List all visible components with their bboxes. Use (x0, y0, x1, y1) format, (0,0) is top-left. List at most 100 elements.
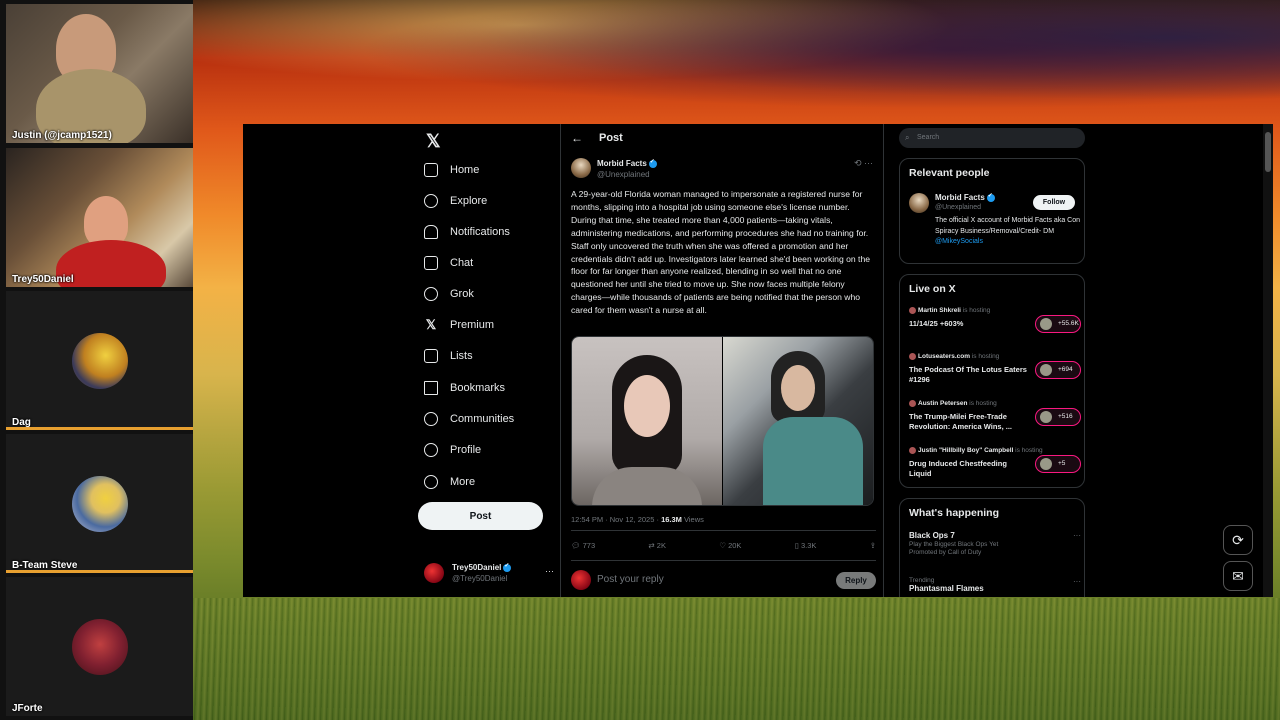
nav-label: Bookmarks (450, 382, 506, 394)
account-handle: @Trey50Daniel (452, 574, 508, 583)
person-name[interactable]: Morbid Facts (935, 192, 995, 202)
nav-explore[interactable]: Explore (424, 189, 487, 213)
bookmark-action[interactable]: ▯ 3.3K (795, 541, 817, 550)
nav-grok[interactable]: Grok (424, 282, 474, 306)
media-photo[interactable] (572, 337, 722, 505)
reply-button[interactable]: Reply (836, 572, 876, 589)
timestamp: 12:54 PM · Nov 12, 2025 · (571, 515, 662, 524)
host-status: is hosting (967, 400, 997, 408)
people-icon (424, 412, 438, 426)
participant-name: Trey50Daniel (12, 274, 74, 285)
webcam-column: Justin (@jcamp1521) Trey50Daniel Dag B-T… (0, 0, 193, 720)
bookmark-count: 3.3K (800, 541, 817, 550)
like-action[interactable]: ♡ 20K (719, 541, 741, 550)
search-input[interactable]: ⌕ Search (899, 128, 1085, 148)
nav-label: Profile (450, 444, 482, 456)
nav-label: Chat (450, 257, 474, 269)
reply-icon: 💬︎ (571, 541, 583, 550)
post-button[interactable]: Post (418, 502, 543, 530)
reply-input[interactable]: Post your reply (597, 574, 664, 585)
mail-icon (424, 256, 438, 270)
nav-label: Grok (450, 288, 474, 300)
person-bio: The official X account of Morbid Facts a… (935, 216, 1080, 248)
author-name-text: Morbid Facts (597, 159, 647, 168)
heart-icon: ♡ (719, 541, 729, 550)
account-switcher[interactable]: Trey50Daniel @Trey50Daniel ··· (424, 561, 554, 585)
search-icon: ⌕ (905, 133, 910, 142)
nav-communities[interactable]: Communities (424, 407, 514, 431)
follow-button[interactable]: Follow (1033, 195, 1075, 210)
nav-profile[interactable]: Profile (424, 438, 481, 462)
trend-item[interactable]: Trending Phantasmal Flames ··· (909, 577, 1081, 593)
reply-composer: Post your reply Reply (571, 570, 876, 592)
grok-icon (424, 287, 438, 301)
more-icon[interactable]: ··· (545, 566, 554, 576)
account-name-text: Trey50Daniel (452, 563, 502, 572)
nav-bookmarks[interactable]: Bookmarks (424, 376, 505, 400)
page-title: Post (599, 132, 623, 144)
avatar (424, 563, 444, 583)
post-meta: 12:54 PM · Nov 12, 2025 · 16.3M Views (571, 515, 704, 524)
avatar[interactable] (571, 158, 591, 178)
grok-icon[interactable]: ⟳ (1223, 525, 1253, 555)
host-name: Martin Shkreli (918, 307, 961, 315)
person-icon (424, 443, 438, 457)
nav-notifications[interactable]: Notifications (424, 220, 510, 244)
live-title: The Podcast Of The Lotus Eaters #1296 (909, 365, 1027, 384)
nav-chat[interactable]: Chat (424, 251, 473, 275)
account-name: Trey50Daniel (452, 562, 512, 572)
host-name: Lotuseaters.com (918, 353, 971, 361)
nav-premium[interactable]: 𝕏 Premium (424, 313, 494, 337)
repost-action[interactable]: ⇄ 2K (648, 541, 666, 550)
trend-name: Black Ops 7 (909, 531, 955, 540)
listener-count: +694 (1035, 361, 1081, 379)
right-sidebar: ⌕ Search Relevant people Morbid Facts @U… (897, 124, 1089, 597)
more-icon[interactable]: ··· (1073, 531, 1081, 540)
webcam-tile: JForte (6, 577, 193, 716)
listener-count-text: +694 (1058, 366, 1073, 373)
media-photo[interactable] (723, 337, 873, 505)
person-handle[interactable]: @Unexplained (935, 204, 981, 211)
tile-border (6, 570, 193, 573)
nav-lists[interactable]: Lists (424, 344, 473, 368)
post-body: A 29-year-old Florida woman managed to i… (571, 189, 871, 316)
participant-avatar (72, 476, 128, 532)
list-icon (424, 349, 438, 363)
x-logo-icon[interactable]: 𝕏 (426, 131, 446, 151)
avatar[interactable] (909, 193, 929, 213)
listener-count: +5 (1035, 455, 1081, 473)
engagement-bar: 💬︎ 773 ⇄ 2K ♡ 20K ▯ 3.3K ⇪ (571, 541, 876, 550)
host-status: is hosting (960, 307, 991, 315)
bio-text: The official X account of Morbid Facts a… (935, 217, 1080, 235)
avatar (1040, 318, 1052, 330)
scrollbar[interactable] (1263, 124, 1273, 597)
nav-home[interactable]: Home (424, 158, 479, 182)
webcam-tile: Justin (@jcamp1521) (6, 4, 193, 143)
share-icon[interactable]: ⇪ (870, 541, 876, 550)
trend-subtitle: Play the Biggest Black Ops Yet (909, 541, 999, 548)
scrollbar-thumb[interactable] (1265, 132, 1271, 172)
reply-action[interactable]: 💬︎ 773 (571, 541, 595, 550)
nav-label: More (450, 476, 476, 488)
nav-more[interactable]: More (424, 470, 475, 494)
post-menu[interactable]: ⟲ ··· (854, 158, 873, 169)
bio-link[interactable]: @MikeySocials (935, 238, 983, 245)
panel-title: Live on X (909, 283, 956, 295)
trend-category: Trending (909, 577, 935, 584)
back-arrow-icon[interactable]: ← (571, 131, 583, 145)
webcam-tile: Dag (6, 291, 193, 430)
messages-icon[interactable]: ✉ (1223, 561, 1253, 591)
trend-item[interactable]: Black Ops 7 Play the Biggest Black Ops Y… (909, 531, 1081, 556)
trend-name: Phantasmal Flames (909, 584, 984, 593)
nav-label: Notifications (450, 226, 510, 238)
listener-count-text: +5 (1058, 460, 1066, 467)
divider (571, 560, 876, 561)
more-icon[interactable]: ··· (1073, 577, 1081, 586)
author-name[interactable]: Morbid Facts (597, 158, 657, 168)
nav-label: Lists (450, 350, 473, 362)
more-circle-icon (424, 475, 438, 489)
post-media[interactable] (571, 336, 874, 506)
author-handle[interactable]: @Unexplained (597, 170, 650, 179)
views-count: 16.3M (661, 515, 682, 524)
live-host: Justin "Hillbilly Boy" Campbell is hosti… (909, 447, 1043, 454)
